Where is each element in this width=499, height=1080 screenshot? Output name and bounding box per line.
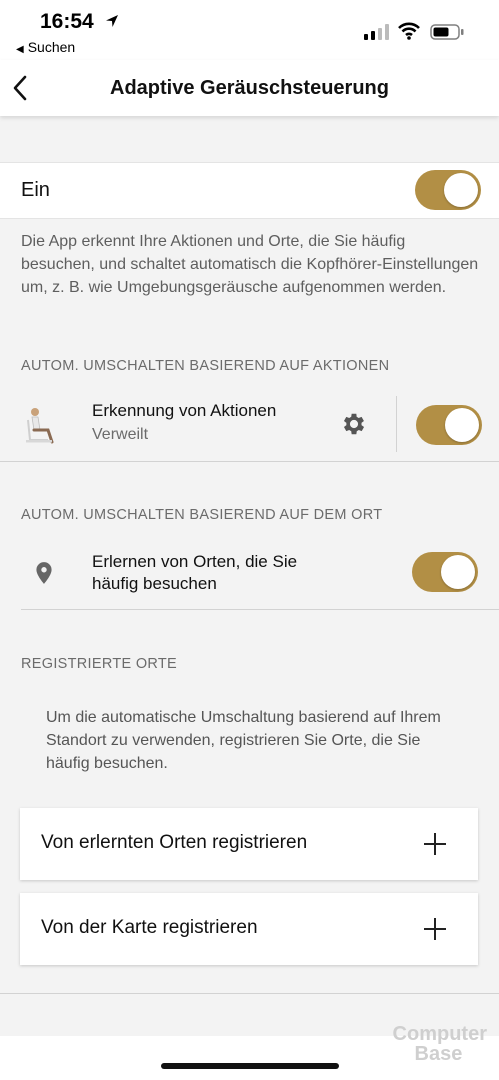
battery-icon <box>430 24 464 40</box>
registered-info-text: Um die automatische Umschaltung basieren… <box>46 709 441 772</box>
location-pin-icon <box>36 562 52 584</box>
vertical-divider <box>396 396 397 452</box>
status-time: 16:54 <box>40 10 94 33</box>
page-title: Adaptive Geräuschsteuerung <box>110 77 389 99</box>
sitting-person-icon <box>26 408 54 444</box>
gear-icon[interactable] <box>340 410 368 438</box>
plus-icon <box>424 833 446 855</box>
toggle-knob <box>445 408 479 442</box>
register-from-learned-card[interactable]: Von erlernten Orten registrieren <box>20 808 478 880</box>
section-divider <box>21 609 499 610</box>
section-header-registered: REGISTRIERTE ORTE <box>21 656 178 672</box>
toggle-knob <box>444 173 478 207</box>
register-from-map-card[interactable]: Von der Karte registrieren <box>20 893 478 965</box>
status-bar: 16:54 ◀ Suchen <box>0 0 499 60</box>
section-header-actions: AUTOM. UMSCHALTEN BASIEREND AUF AKTIONEN <box>21 358 390 374</box>
location-learning-title-line2: häufig besuchen <box>92 574 217 593</box>
back-triangle-icon: ◀ <box>16 44 24 55</box>
register-from-learned-label: Von erlernten Orten registrieren <box>41 832 308 853</box>
main-toggle-row: Ein <box>0 162 499 219</box>
register-from-map-label: Von der Karte registrieren <box>41 917 258 938</box>
plus-icon <box>424 918 446 940</box>
action-recognition-status: Verweilt <box>92 426 149 443</box>
toggle-knob <box>441 555 475 589</box>
location-learning-row[interactable]: Erlernen von Orten, die Sie häufig besuc… <box>0 540 499 608</box>
navigation-bar: Adaptive Geräuschsteuerung <box>0 60 499 116</box>
action-recognition-row[interactable]: Erkennung von Aktionen Verweilt <box>0 390 499 460</box>
watermark: Computer Base <box>393 1024 487 1064</box>
watermark-line2: Base <box>414 1043 463 1065</box>
section-header-location: AUTOM. UMSCHALTEN BASIEREND AUF DEM ORT <box>21 507 383 523</box>
action-recognition-title: Erkennung von Aktionen <box>92 401 277 420</box>
back-app-label: Suchen <box>27 39 76 55</box>
intro-description: Die App erkennt Ihre Aktionen und Orte, … <box>21 233 479 296</box>
action-recognition-toggle[interactable] <box>416 405 482 445</box>
location-learning-title-line1: Erlernen von Orten, die Sie <box>92 552 298 571</box>
bottom-divider <box>0 993 499 994</box>
watermark-line1: Computer <box>392 1023 487 1045</box>
main-toggle-label: Ein <box>21 179 50 201</box>
section-divider <box>0 461 499 462</box>
location-arrow-icon <box>106 15 118 27</box>
location-learning-toggle[interactable] <box>412 552 478 592</box>
back-to-app-link[interactable]: ◀ Suchen <box>16 39 75 55</box>
cellular-signal-icon <box>364 24 389 40</box>
home-indicator[interactable] <box>161 1063 339 1069</box>
main-toggle-switch[interactable] <box>415 170 481 210</box>
wifi-icon <box>398 22 420 40</box>
